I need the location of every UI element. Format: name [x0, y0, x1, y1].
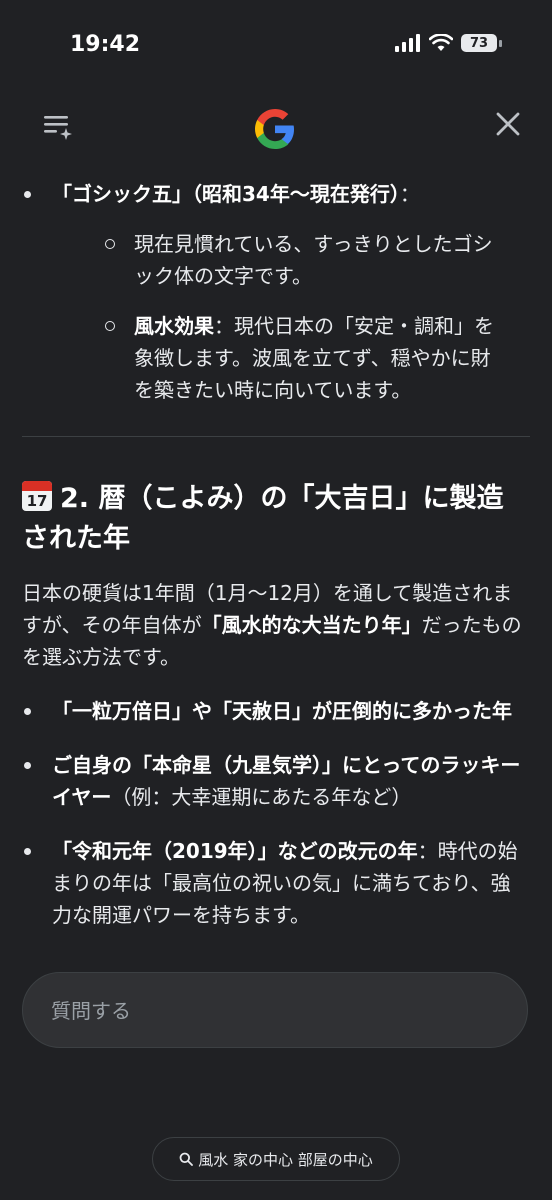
list-item: ご自身の「本命星（九星気学）」にとってのラッキーイヤー（例：大幸運期にあたる年な…: [0, 749, 552, 813]
list-item: 「一粒万倍日」や「天赦日」が圧倒的に多かった年: [0, 695, 552, 727]
status-bar: 19:42 73: [0, 0, 552, 90]
menu-sparkle-icon[interactable]: [42, 112, 74, 144]
search-icon: [179, 1152, 194, 1166]
section-heading: 17 2. 暦（こよみ）の「大吉日」に製造された年: [22, 479, 530, 559]
bullet-bold: 「一粒万倍日」や「天赦日」が圧倒的に多かった年: [52, 699, 512, 723]
status-time: 19:42: [70, 32, 141, 57]
suggestion-chip-label: 風水 家の中心 部屋の中心: [198, 1150, 373, 1169]
suggestion-chip[interactable]: 風水 家の中心 部屋の中心: [152, 1137, 400, 1181]
bullet-text: （例：大幸運期にあたる年など）: [111, 785, 412, 809]
bullet-title: 「ゴシック五」（昭和34年〜現在発行）: [52, 182, 400, 206]
calendar-day: 17: [26, 492, 48, 510]
sub-item-text: 現在見慣れている、すっきりとしたゴシック体の文字です。: [134, 232, 493, 288]
answer-content: 「ゴシック五」（昭和34年〜現在発行）： 現在見慣れている、すっきりとしたゴシッ…: [0, 178, 552, 978]
google-logo: [250, 104, 300, 158]
list-item: 「ゴシック五」（昭和34年〜現在発行）： 現在見慣れている、すっきりとしたゴシッ…: [0, 178, 552, 406]
close-icon[interactable]: [494, 110, 522, 142]
calendar-icon: 17: [22, 481, 52, 511]
sub-item-bold: 風水効果: [134, 314, 214, 338]
question-input-bar[interactable]: [22, 972, 528, 1048]
paragraph: 日本の硬貨は1年間（1月〜12月）を通して製造されますが、その年自体が「風水的な…: [22, 577, 530, 673]
question-input[interactable]: [49, 993, 493, 1029]
paragraph-bold: 「風水的な大当たり年」: [201, 613, 422, 637]
top-bar: [0, 96, 552, 156]
bullet-bold: 「令和元年（2019年）」などの改元の年: [52, 839, 418, 863]
sub-list-item: 現在見慣れている、すっきりとしたゴシック体の文字です。: [52, 228, 530, 292]
wifi-icon: [429, 34, 453, 51]
signal-icon: [395, 34, 420, 52]
heading-text: 2. 暦（こよみ）の「大吉日」に製造された年: [22, 483, 504, 554]
status-icons: 73: [395, 34, 502, 52]
sub-list-item: 風水効果：現代日本の「安定・調和」を象徴します。波風を立てず、穏やかに財を築きた…: [52, 310, 530, 406]
divider: [22, 436, 530, 437]
bullet-colon: ：: [399, 182, 420, 206]
battery-cap: [499, 39, 502, 47]
battery-icon: 73: [461, 34, 497, 52]
list-item: 「令和元年（2019年）」などの改元の年：時代の始まりの年は「最高位の祝いの気」…: [0, 835, 552, 931]
